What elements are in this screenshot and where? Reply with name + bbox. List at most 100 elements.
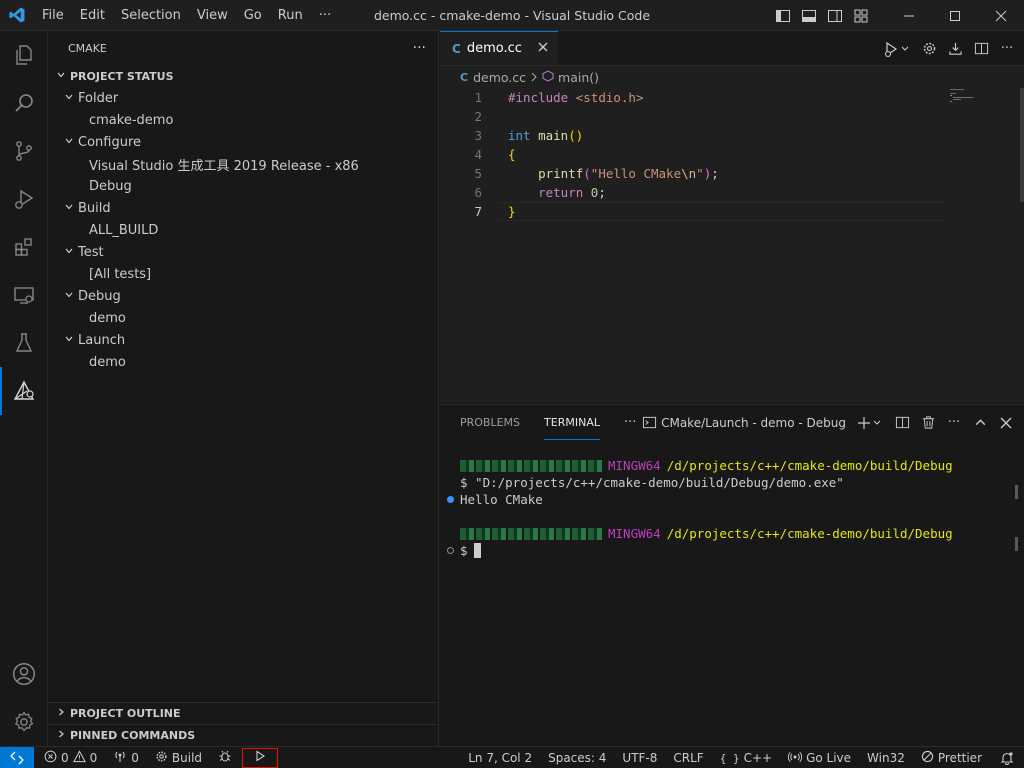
pinned-commands-title: PINNED COMMANDS [70,729,196,742]
tree-group-build[interactable]: Build [48,197,438,219]
cmake-build-button[interactable]: Build [149,747,208,768]
remote-indicator-icon[interactable] [0,746,34,768]
menu-selection[interactable]: Selection [113,0,189,31]
explorer-icon[interactable] [0,31,48,79]
more-actions-icon[interactable]: ··· [998,40,1016,58]
maximize-button[interactable] [932,0,978,31]
tree-group-launch[interactable]: Launch [48,329,438,351]
testing-icon[interactable] [0,319,48,367]
search-icon[interactable] [0,79,48,127]
editor-area: C demo.cc ··· C demo.cc main() 1 #includ… [440,31,1024,403]
code-editor[interactable]: 1 #include <stdio.h> 2 3 int main() 4 { … [440,88,1024,221]
menu-more[interactable]: ··· [311,0,339,31]
terminal-name[interactable]: CMake/Launch - demo - Debug [661,416,846,430]
close-panel-icon[interactable] [998,415,1014,431]
source-control-icon[interactable] [0,127,48,175]
project-status-section[interactable]: PROJECT STATUS [48,65,438,87]
code-line[interactable]: 1 #include <stdio.h> [440,88,1024,107]
menu-file[interactable]: File [34,0,72,31]
indentation-status[interactable]: Spaces: 4 [540,747,614,768]
more-actions-icon[interactable]: ··· [946,415,962,431]
split-editor-icon[interactable] [972,40,990,58]
code-line[interactable]: 5 printf("Hello CMake\n"); [440,164,1024,183]
tree-group-debug[interactable]: Debug [48,285,438,307]
line-number: 6 [474,185,482,200]
tree-group-folder[interactable]: Folder [48,87,438,109]
split-terminal-icon[interactable] [894,415,910,431]
tab-demo-cc[interactable]: C demo.cc [440,31,558,65]
customize-layout-icon[interactable] [850,5,872,27]
breadcrumb-symbol[interactable]: main() [558,70,599,85]
go-live-button[interactable]: Go Live [780,747,859,768]
menu-edit[interactable]: Edit [72,0,113,31]
manage-gear-icon[interactable] [0,698,48,746]
project-outline-section[interactable]: PROJECT OUTLINE [48,702,438,724]
prettier-status[interactable]: Prettier [913,747,990,768]
ports-status[interactable]: 0 [107,747,145,768]
tree-item-debug-target[interactable]: demo [48,307,438,329]
settings-gear-icon[interactable] [920,40,938,58]
tree-item-build-type[interactable]: Debug [48,175,438,197]
line-text: { [508,147,516,162]
menu-bar: File Edit Selection View Go Run ··· [34,0,339,31]
tree-item-folder-value[interactable]: cmake-demo [48,109,438,131]
notifications-bell-icon[interactable] [990,747,1024,768]
encoding-status[interactable]: UTF-8 [614,747,665,768]
cmake-debug-button[interactable] [212,747,238,768]
command-decoration-icon[interactable] [446,496,454,503]
eol-status[interactable]: CRLF [665,747,711,768]
close-window-button[interactable] [978,0,1024,31]
tree-item-kit[interactable]: Visual Studio 生成工具 2019 Release - x86 [48,153,438,175]
maximize-panel-icon[interactable] [972,415,988,431]
tab-problems[interactable]: PROBLEMS [460,405,520,440]
panel-tabs-more[interactable]: ··· [624,405,636,440]
extensions-icon[interactable] [0,223,48,271]
language-status[interactable]: { } C++ [712,747,780,768]
tree-group-configure[interactable]: Configure [48,131,438,153]
cmake-icon[interactable] [0,367,48,415]
close-tab-icon[interactable] [538,41,548,56]
new-terminal-icon[interactable] [856,415,884,431]
sidebar-more-button[interactable]: ··· [413,40,426,56]
code-line[interactable]: 2 [440,107,1024,126]
minimize-button[interactable] [886,0,932,31]
terminal-line: MINGW64 /d/projects/c++/cmake-demo/build… [440,457,1024,474]
run-debug-dropdown-icon[interactable] [882,40,912,58]
cursor-position-status[interactable]: Ln 7, Col 2 [460,747,540,768]
minimap[interactable] [950,87,980,107]
code-line[interactable]: 6 return 0; [440,183,1024,202]
download-icon[interactable] [946,40,964,58]
accounts-icon[interactable] [0,650,48,698]
toggle-panel-icon[interactable] [798,5,820,27]
problems-status[interactable]: 0 0 [38,747,103,768]
breadcrumb: C demo.cc main() [440,66,1024,88]
cmake-launch-button[interactable] [242,747,279,768]
remote-explorer-icon[interactable] [0,271,48,319]
kill-terminal-icon[interactable] [920,415,936,431]
toggle-secondary-sidebar-icon[interactable] [824,5,846,27]
cpp-file-icon: C [460,70,469,84]
breadcrumb-file[interactable]: demo.cc [473,70,526,85]
terminal-scroll-marker [1015,537,1018,551]
menu-go[interactable]: Go [236,0,270,31]
pinned-commands-section[interactable]: PINNED COMMANDS [48,724,438,746]
terminal-line: $ [440,542,1024,559]
command-decoration-icon[interactable] [446,547,454,554]
tab-terminal[interactable]: TERMINAL [544,405,600,440]
code-line[interactable]: 3 int main() [440,126,1024,145]
line-number: 4 [474,147,482,162]
editor-scrollbar[interactable] [1020,88,1024,202]
menu-run[interactable]: Run [270,0,311,31]
terminal-output[interactable]: MINGW64 /d/projects/c++/cmake-demo/build… [440,440,1024,559]
tree-item-launch-target[interactable]: demo [48,351,438,373]
menu-view[interactable]: View [189,0,236,31]
tree-group-test[interactable]: Test [48,241,438,263]
run-debug-icon[interactable] [0,175,48,223]
tree-item-tests[interactable]: [All tests] [48,263,438,285]
platform-status[interactable]: Win32 [859,747,913,768]
chevron-right-icon [54,729,68,742]
toggle-primary-sidebar-icon[interactable] [772,5,794,27]
code-line[interactable]: 4 { [440,145,1024,164]
error-icon [44,750,57,766]
tree-item-build-target[interactable]: ALL_BUILD [48,219,438,241]
